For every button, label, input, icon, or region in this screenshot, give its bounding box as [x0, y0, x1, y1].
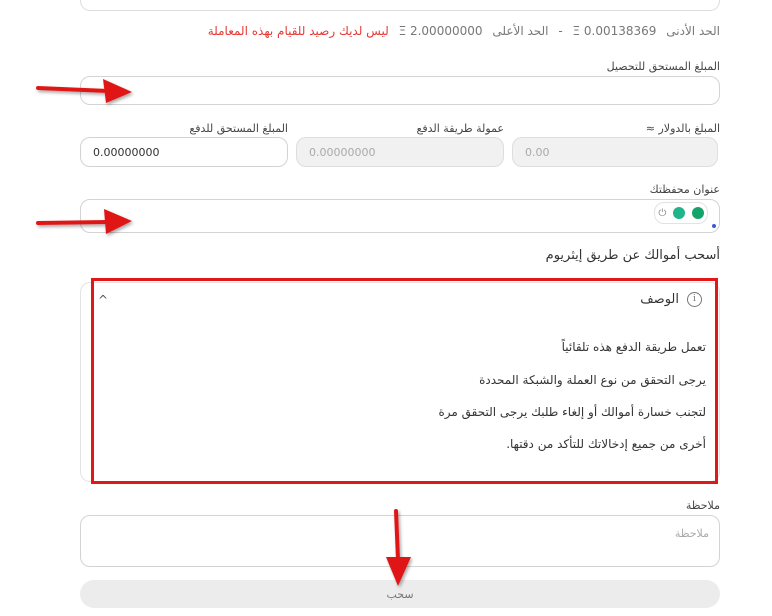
annotation-arrow-3: [386, 509, 411, 586]
